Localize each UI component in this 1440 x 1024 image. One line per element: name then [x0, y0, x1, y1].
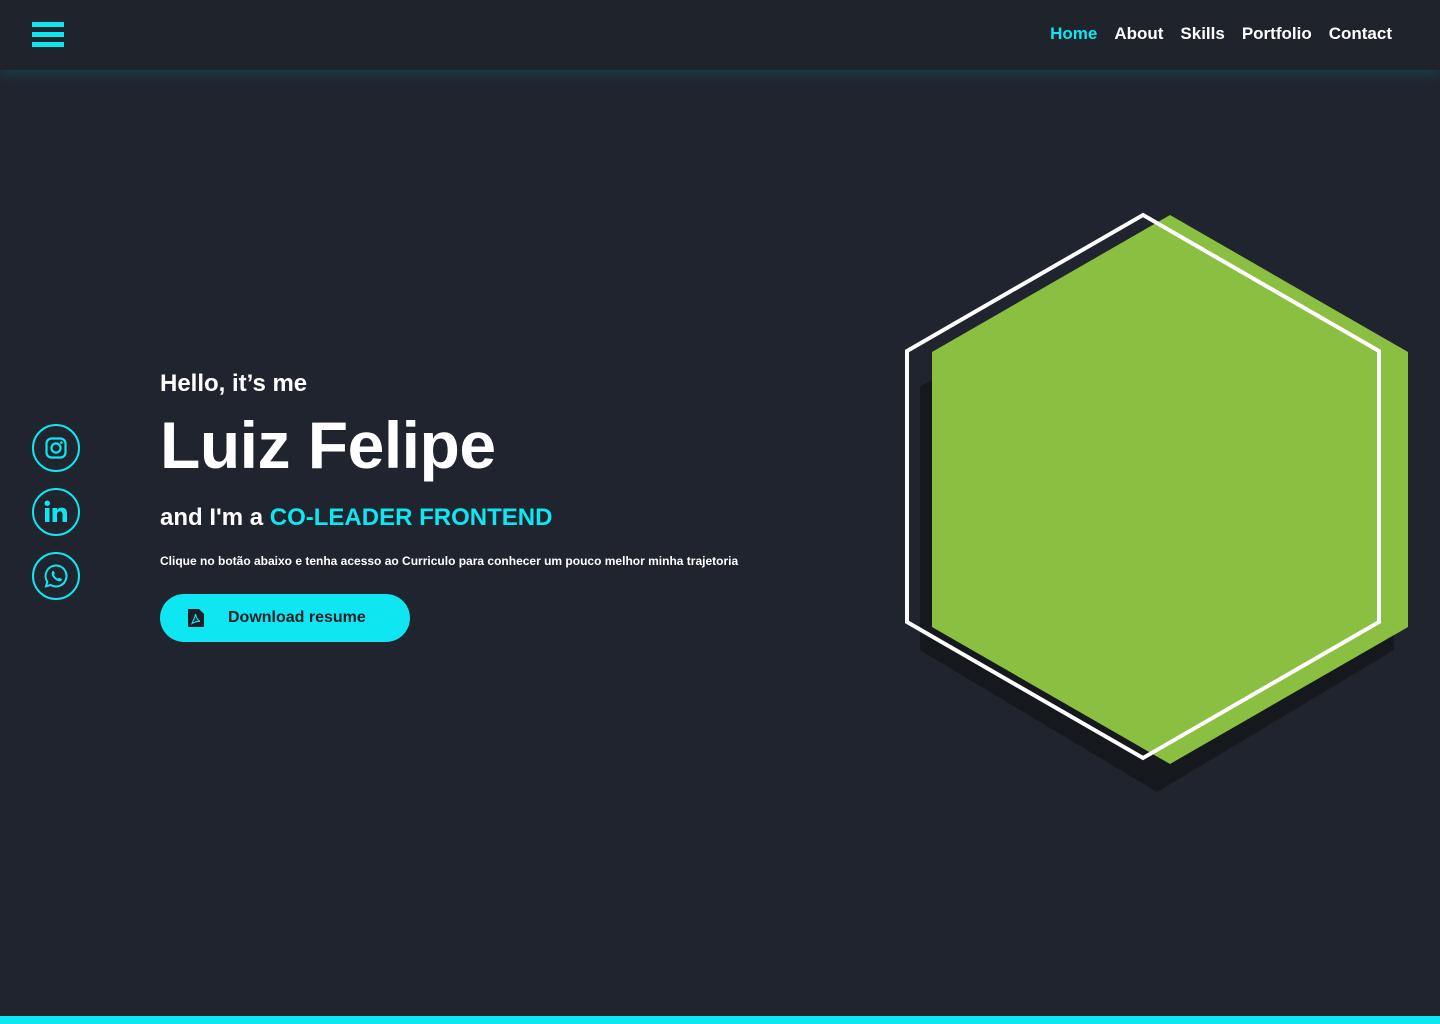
- download-resume-label: Download resume: [228, 609, 366, 626]
- hero-section: Hello, it’s me Luiz Felipe and I'm a CO-…: [160, 368, 738, 642]
- hexagon-illustration: [905, 212, 1408, 792]
- pdf-file-icon: [188, 609, 204, 627]
- nav-link-skills[interactable]: Skills: [1180, 24, 1224, 44]
- role-line: and I'm a CO-LEADER FRONTEND: [160, 502, 738, 534]
- greeting-text: Hello, it’s me: [160, 370, 308, 397]
- hero-name: Luiz Felipe: [160, 408, 496, 482]
- role-prefix: and I'm a: [160, 504, 264, 531]
- hamburger-menu-icon[interactable]: [32, 22, 64, 48]
- whatsapp-icon: [44, 564, 68, 588]
- social-links: [32, 424, 80, 600]
- nav-link-home[interactable]: Home: [1050, 24, 1097, 44]
- nav-link-portfolio[interactable]: Portfolio: [1242, 24, 1312, 44]
- linkedin-icon: [44, 500, 67, 522]
- linkedin-link[interactable]: [32, 488, 80, 536]
- instagram-link[interactable]: [32, 424, 80, 472]
- main-nav: Home About Skills Portfolio Contact: [1050, 24, 1392, 44]
- nav-link-contact[interactable]: Contact: [1329, 24, 1392, 44]
- whatsapp-link[interactable]: [32, 552, 80, 600]
- download-resume-button[interactable]: Download resume: [160, 594, 410, 642]
- hero-description: Clique no botão abaixo e tenha acesso ao…: [160, 554, 739, 568]
- instagram-icon: [45, 437, 67, 459]
- nav-link-about[interactable]: About: [1114, 24, 1163, 44]
- header: Home About Skills Portfolio Contact: [0, 0, 1440, 70]
- bottom-accent-bar: [0, 1016, 1440, 1024]
- role-highlight: CO-LEADER FRONTEND: [269, 504, 553, 531]
- page: Home About Skills Portfolio Contact Hell…: [0, 0, 1440, 1024]
